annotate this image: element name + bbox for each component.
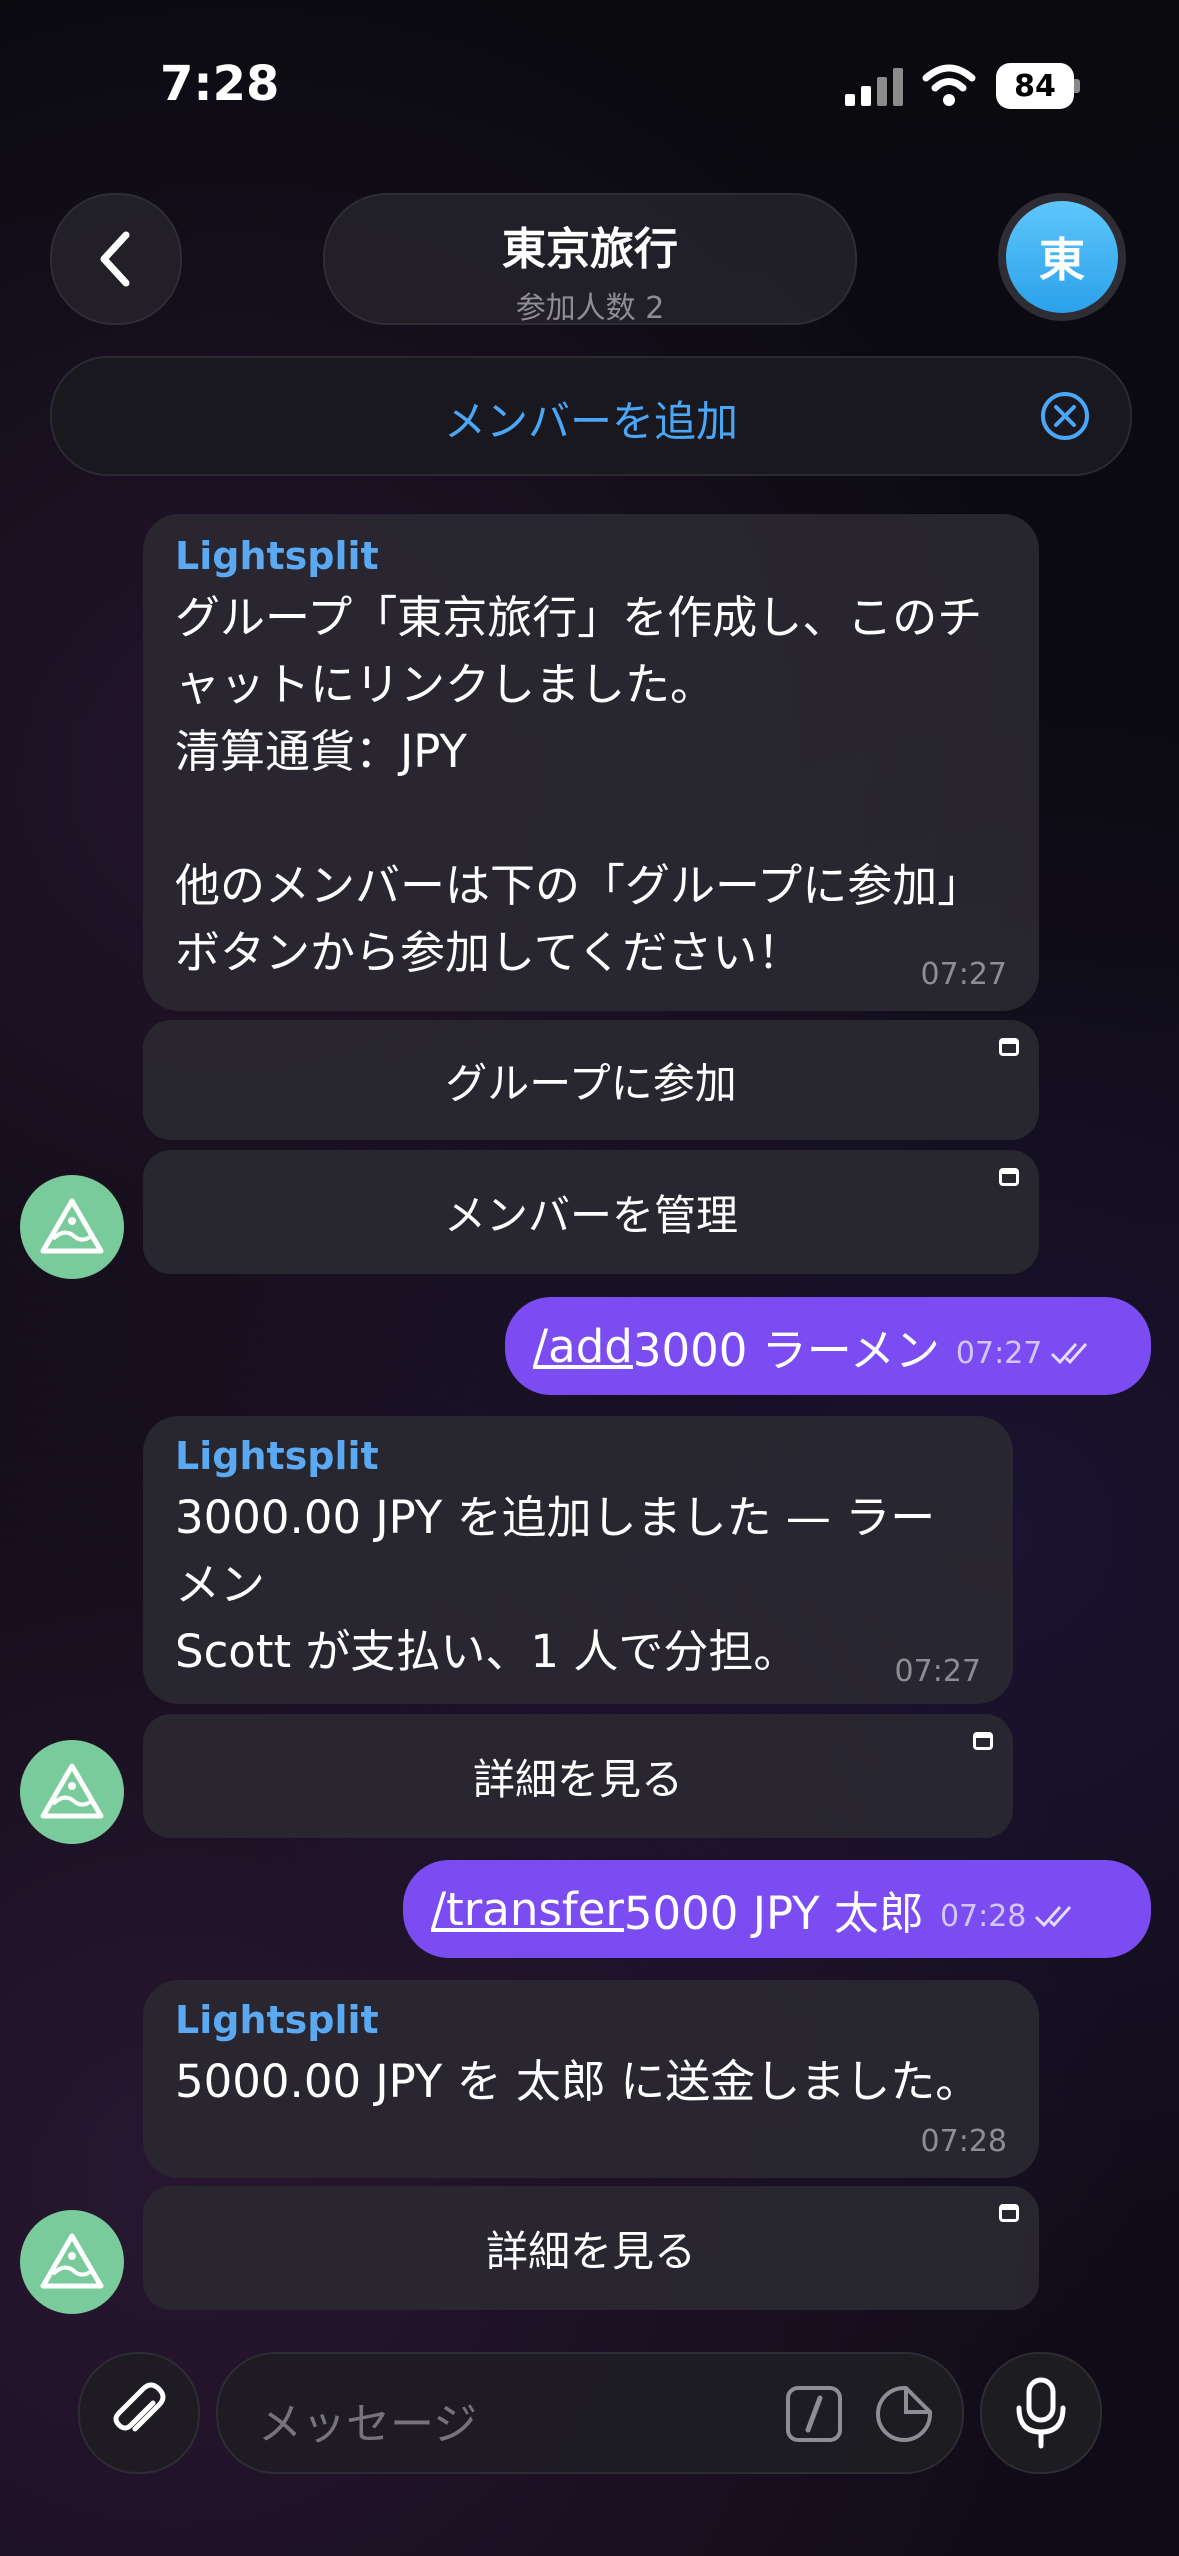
- outgoing-message: /transfer 5000 JPY 太郎 07:28: [403, 1860, 1151, 1958]
- message-line: ャットにリンクしました。: [175, 658, 716, 711]
- message-time: 07:28: [939, 1898, 1027, 1934]
- view-details-button[interactable]: 詳細を見る: [143, 1714, 1013, 1838]
- webapp-icon: [999, 1168, 1019, 1186]
- microphone-button[interactable]: [980, 2352, 1102, 2474]
- view-details-button[interactable]: 詳細を見る: [143, 2186, 1039, 2310]
- status-time: 7:28: [160, 56, 280, 112]
- message-line: 他のメンバーは下の「グループに参加」: [175, 859, 983, 912]
- button-label: グループに参加: [445, 1058, 737, 1108]
- message-sender: Lightsplit: [175, 534, 379, 578]
- back-button[interactable]: [50, 193, 182, 325]
- message-placeholder: メッセージ: [258, 2399, 478, 2450]
- manage-members-button[interactable]: メンバーを管理: [143, 1150, 1039, 1274]
- message-line: ボタンから参加してください！: [175, 926, 803, 979]
- incoming-message: Lightsplit 3000.00 JPY を追加しました — ラー メン S…: [143, 1416, 1013, 1704]
- join-group-button[interactable]: グループに参加: [143, 1020, 1039, 1140]
- lightsplit-logo-icon: [40, 2233, 104, 2289]
- button-label: 詳細を見る: [485, 2226, 696, 2276]
- webapp-icon: [999, 1038, 1019, 1056]
- chat-subtitle: 参加人数 2: [515, 291, 665, 326]
- chat-title: 東京旅行: [502, 224, 678, 275]
- message-line: 3000.00 JPY を追加しました — ラー: [175, 1491, 936, 1544]
- chat-avatar[interactable]: 東: [998, 193, 1126, 321]
- message-text: 3000 ラーメン: [632, 1323, 940, 1377]
- message-line: Scott が支払い、1 人で分担。: [175, 1625, 799, 1678]
- bot-command-link[interactable]: /add: [533, 1320, 633, 1373]
- chat-title-pill[interactable]: 東京旅行 参加人数 2: [323, 193, 857, 326]
- lightsplit-logo-icon: [40, 1763, 104, 1819]
- message-input[interactable]: メッセージ: [216, 2352, 964, 2474]
- attach-button[interactable]: [78, 2352, 200, 2474]
- bot-avatar[interactable]: [20, 1175, 124, 1279]
- webapp-icon: [973, 1732, 993, 1750]
- incoming-message: Lightsplit グループ「東京旅行」を作成し、このチ ャットにリンクしまし…: [143, 514, 1039, 1011]
- battery-tip: [1074, 79, 1080, 93]
- outgoing-message: /add 3000 ラーメン 07:27: [505, 1297, 1151, 1395]
- message-time: 07:27: [920, 957, 1007, 992]
- message-sender: Lightsplit: [175, 1998, 379, 2042]
- lightsplit-logo-icon: [40, 1198, 104, 1254]
- bot-command-link[interactable]: /transfer: [431, 1883, 624, 1936]
- wifi-icon: [922, 64, 976, 106]
- paperclip-icon: [113, 2382, 166, 2432]
- add-member-label: メンバーを追加: [443, 397, 738, 446]
- button-label: 詳細を見る: [472, 1754, 683, 1804]
- message-time: 07:27: [955, 1335, 1043, 1371]
- chat-avatar-letter: 東: [1006, 201, 1118, 313]
- message-line: 清算通貨：JPY: [175, 725, 467, 778]
- incoming-message: Lightsplit 5000.00 JPY を 太郎 に送金しました。 07:…: [143, 1980, 1039, 2178]
- message-line: メン: [175, 1558, 266, 1611]
- signal-icon: [845, 68, 903, 106]
- add-member-banner[interactable]: メンバーを追加: [50, 356, 1132, 476]
- chevron-left-icon: [100, 231, 130, 287]
- double-check-icon: [1035, 1906, 1072, 1928]
- webapp-icon: [999, 2204, 1019, 2222]
- bot-avatar[interactable]: [20, 1740, 124, 1844]
- bot-avatar[interactable]: [20, 2210, 124, 2314]
- message-time: 07:27: [894, 1654, 981, 1689]
- message-line: グループ「東京旅行」を作成し、このチ: [175, 591, 983, 644]
- button-label: メンバーを管理: [443, 1190, 738, 1240]
- slash-command-icon[interactable]: [784, 2384, 844, 2444]
- double-check-icon: [1051, 1343, 1088, 1365]
- message-text: 5000 JPY 太郎: [623, 1886, 924, 1940]
- message-line: 5000.00 JPY を 太郎 に送金しました。: [175, 2055, 981, 2108]
- battery-indicator: 84: [996, 63, 1074, 109]
- message-time: 07:28: [920, 2124, 1007, 2159]
- close-circle-icon[interactable]: [1040, 391, 1090, 441]
- sticker-icon[interactable]: [874, 2384, 934, 2444]
- message-sender: Lightsplit: [175, 1434, 379, 1478]
- microphone-icon: [1016, 2377, 1066, 2449]
